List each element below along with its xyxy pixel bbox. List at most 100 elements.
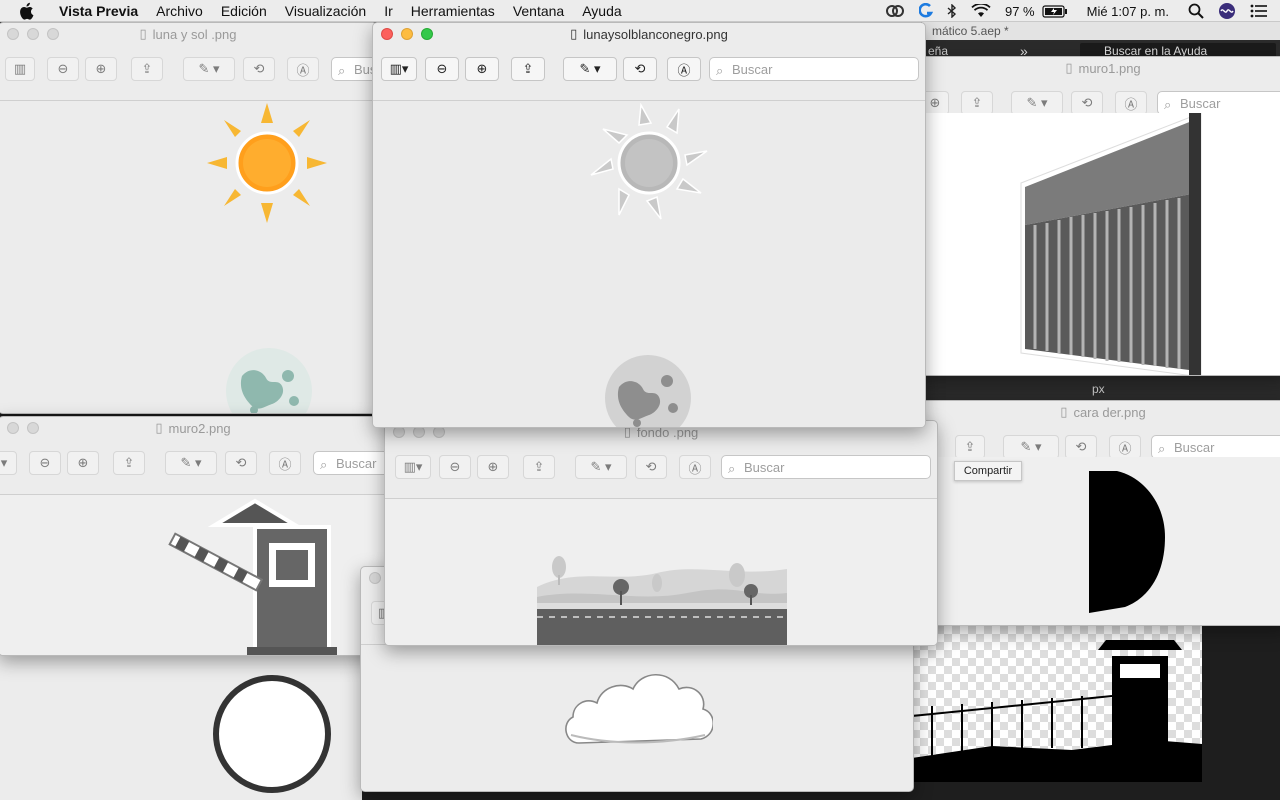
- share-button[interactable]: ⇪: [131, 57, 163, 81]
- rotate-button[interactable]: ⟲: [243, 57, 275, 81]
- titlebar[interactable]: ▯ lunaysolblanconegro.png: [373, 23, 925, 45]
- titlebar[interactable]: ▯ cara der.png: [919, 401, 1280, 423]
- zoom-out-icon: ⊖: [57, 61, 69, 76]
- zoom-in-button[interactable]: ⊕: [85, 57, 117, 81]
- annotate-icon: Ⓐ: [278, 456, 292, 472]
- window-luna-y-sol[interactable]: ▯ luna y sol .png ▥ ⊖ ⊕ ⇪ ✎ ▾ ⟲ Ⓐ ⌕Buscar: [0, 22, 378, 414]
- grammarly-icon[interactable]: [918, 3, 933, 19]
- rotate-button[interactable]: ⟲: [225, 451, 257, 475]
- annotate-button[interactable]: Ⓐ: [269, 451, 301, 475]
- zoom-in-button[interactable]: ⊕: [465, 57, 499, 81]
- menu-app-name[interactable]: Vista Previa: [50, 0, 147, 22]
- rotate-icon: ⟲: [235, 455, 247, 470]
- share-button[interactable]: ⇪: [523, 455, 555, 479]
- search-placeholder: Buscar: [732, 61, 773, 77]
- sidebar-button[interactable]: ▥: [5, 57, 35, 81]
- markup-pen-icon: ✎ ▾: [1020, 439, 1042, 454]
- annotate-icon: Ⓐ: [1118, 440, 1132, 456]
- siri-icon[interactable]: [1218, 2, 1236, 20]
- share-button[interactable]: ⇪: [955, 435, 985, 459]
- menu-visualizacion[interactable]: Visualización: [276, 0, 375, 22]
- battery-icon[interactable]: [1042, 4, 1068, 18]
- sidebar-icon: ▾: [0, 455, 8, 470]
- zoom-button[interactable]: [421, 28, 433, 40]
- wifi-icon[interactable]: [971, 4, 991, 18]
- zoom-out-button[interactable]: ⊖: [29, 451, 61, 475]
- window-muro2[interactable]: ▯ muro2.png ▾ ⊖ ⊕ ⇪ ✎ ▾ ⟲ Ⓐ ⌕ Buscar: [0, 416, 388, 656]
- titlebar[interactable]: ▯ muro1.png: [919, 57, 1280, 79]
- window-muro1[interactable]: ▯ muro1.png ⊕ ⇪ ✎ ▾ ⟲ Ⓐ ⌕ Buscar: [918, 56, 1280, 376]
- search-field[interactable]: ⌕ Buscar: [709, 57, 919, 81]
- menu-archivo[interactable]: Archivo: [147, 0, 212, 22]
- close-button[interactable]: [7, 28, 19, 40]
- annotate-button[interactable]: Ⓐ: [1115, 91, 1147, 115]
- menu-herramientas[interactable]: Herramientas: [402, 0, 504, 22]
- search-field[interactable]: ⌕Buscar: [331, 57, 377, 81]
- titlebar[interactable]: ▯ muro2.png: [0, 417, 387, 439]
- share-button[interactable]: ⇪: [113, 451, 145, 475]
- search-field[interactable]: ⌕Buscar: [1151, 435, 1280, 459]
- search-field[interactable]: ⌕Buscar: [721, 455, 931, 479]
- window-title: muro1.png: [1078, 60, 1141, 76]
- minimize-button[interactable]: [27, 422, 39, 434]
- zoom-out-button[interactable]: ⊖: [439, 455, 471, 479]
- notification-center-icon[interactable]: [1250, 4, 1268, 18]
- sidebar-button[interactable]: ▥▾: [395, 455, 431, 479]
- zoom-in-button[interactable]: ⊕: [477, 455, 509, 479]
- zoom-out-button[interactable]: ⊖: [425, 57, 459, 81]
- window-fondo[interactable]: ▯ fondo .png ▥▾ ⊖ ⊕ ⇪ ✎ ▾ ⟲ Ⓐ ⌕ Buscar: [384, 420, 938, 646]
- annotate-button[interactable]: Ⓐ: [1109, 435, 1141, 459]
- menu-ventana[interactable]: Ventana: [504, 0, 573, 22]
- rotate-icon: ⟲: [634, 61, 646, 76]
- bluetooth-icon[interactable]: [947, 4, 957, 18]
- markup-button[interactable]: ✎ ▾: [183, 57, 235, 81]
- rotate-icon: ⟲: [253, 61, 265, 76]
- menu-ayuda[interactable]: Ayuda: [573, 0, 630, 22]
- sun-image: [207, 103, 327, 223]
- titlebar[interactable]: ▯ luna y sol .png: [0, 23, 377, 45]
- annotate-button[interactable]: Ⓐ: [679, 455, 711, 479]
- close-button[interactable]: [7, 422, 19, 434]
- search-icon: ⌕: [1158, 441, 1166, 456]
- rotate-button[interactable]: ⟲: [1065, 435, 1097, 459]
- menu-edicion[interactable]: Edición: [212, 0, 276, 22]
- menubar-clock[interactable]: Mié 1:07 p. m.: [1087, 4, 1169, 19]
- close-button[interactable]: [369, 572, 381, 584]
- zoom-in-button[interactable]: ⊕: [67, 451, 99, 475]
- zoom-out-button[interactable]: ⊖: [47, 57, 79, 81]
- zoom-out-icon: ⊖: [436, 61, 448, 76]
- apple-icon[interactable]: [18, 2, 36, 20]
- search-placeholder: Buscar: [744, 459, 785, 475]
- watchtower-image-panel: [911, 626, 1202, 782]
- creative-cloud-icon[interactable]: [885, 4, 905, 18]
- markup-button[interactable]: ✎ ▾: [1011, 91, 1063, 115]
- rotate-button[interactable]: ⟲: [1071, 91, 1103, 115]
- spotlight-icon[interactable]: [1188, 3, 1204, 19]
- markup-button[interactable]: ✎ ▾: [1003, 435, 1059, 459]
- minimize-button[interactable]: [27, 28, 39, 40]
- menu-ir[interactable]: Ir: [375, 0, 402, 22]
- window-lunaysol-blanco-negro[interactable]: ▯ lunaysolblanconegro.png ▥▾ ⊖ ⊕ ⇪ ✎ ▾ ⟲ …: [372, 22, 926, 428]
- image-canvas: [0, 495, 387, 655]
- share-icon: ⇪: [971, 95, 983, 110]
- markup-button[interactable]: ✎ ▾: [165, 451, 217, 475]
- sidebar-button[interactable]: ▥▾: [381, 57, 417, 81]
- document-icon: ▯: [1065, 60, 1073, 75]
- search-icon: ⌕: [716, 63, 724, 78]
- rotate-button[interactable]: ⟲: [623, 57, 657, 81]
- sidebar-button[interactable]: ▾: [0, 451, 17, 475]
- annotate-button[interactable]: Ⓐ: [667, 57, 701, 81]
- markup-button[interactable]: ✎ ▾: [575, 455, 627, 479]
- annotate-button[interactable]: Ⓐ: [287, 57, 319, 81]
- zoom-in-icon: ⊕: [95, 61, 107, 76]
- close-button[interactable]: [381, 28, 393, 40]
- zoom-button[interactable]: [47, 28, 59, 40]
- share-button[interactable]: ⇪: [511, 57, 545, 81]
- window-cara-der[interactable]: ▯ cara der.png ⇪ ✎ ▾ ⟲ Ⓐ ⌕ Buscar: [918, 400, 1280, 626]
- search-field[interactable]: ⌕Buscar: [1157, 91, 1280, 115]
- rotate-button[interactable]: ⟲: [635, 455, 667, 479]
- search-field[interactable]: ⌕Buscar: [313, 451, 387, 475]
- minimize-button[interactable]: [401, 28, 413, 40]
- markup-button[interactable]: ✎ ▾: [563, 57, 617, 81]
- share-button[interactable]: ⇪: [961, 91, 993, 115]
